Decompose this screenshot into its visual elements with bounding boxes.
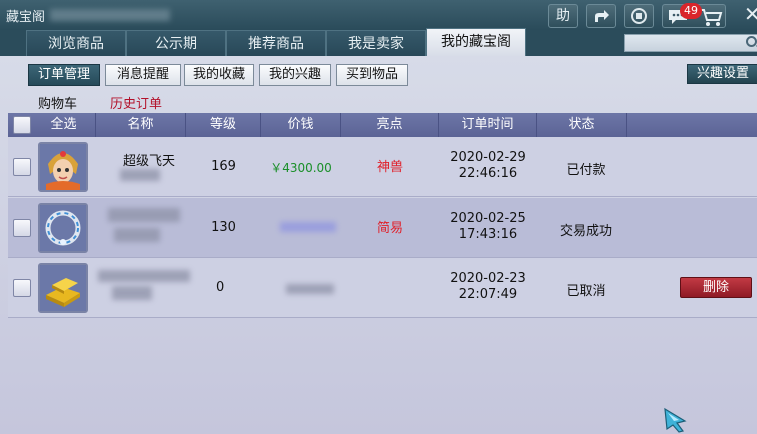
subtab-purchased-items[interactable]: 买到物品 <box>336 64 408 86</box>
tab-announcement[interactable]: 公示期 <box>126 30 226 56</box>
tab-my-treasure[interactable]: 我的藏宝阁 <box>426 28 526 56</box>
blurred-title-text <box>50 9 170 21</box>
header-name: 名称 <box>96 113 186 137</box>
header-select-all[interactable]: 全选 <box>32 113 96 137</box>
order-status: 交易成功 <box>559 224 612 239</box>
header-level: 等级 <box>186 113 261 137</box>
interest-settings-button[interactable]: 兴趣设置 <box>687 64 757 84</box>
order-date: 2020-02-25 <box>450 211 526 226</box>
item-level: 169 <box>211 159 236 174</box>
blurred-item-price <box>286 284 334 294</box>
search-input[interactable] <box>624 34 757 52</box>
app-title: 藏宝阁 <box>6 10 46 25</box>
subtab-my-favorites[interactable]: 我的收藏 <box>184 64 254 86</box>
header-status: 状态 <box>537 113 627 137</box>
blurred-item-name <box>108 208 180 222</box>
subtab-message-reminder[interactable]: 消息提醒 <box>105 64 181 86</box>
item-name: 超级飞天 <box>122 154 175 169</box>
shopping-cart-link[interactable]: 购物车 <box>38 93 77 112</box>
item-highlight: 神兽 <box>376 160 403 175</box>
row-checkbox[interactable] <box>13 279 31 297</box>
blurred-subtitle <box>120 169 160 181</box>
gold-bars-icon <box>38 263 88 313</box>
tab-seller[interactable]: 我是卖家 <box>326 30 426 56</box>
share-button[interactable] <box>586 4 616 28</box>
order-status: 已付款 <box>566 163 606 178</box>
help-button[interactable]: 助 <box>548 4 578 28</box>
delete-button[interactable]: 删除 <box>680 277 752 298</box>
search-icon[interactable] <box>746 36 757 47</box>
order-time: 22:07:49 <box>458 287 518 302</box>
select-all-checkbox[interactable] <box>13 116 31 134</box>
row-checkbox[interactable] <box>13 158 31 176</box>
main-tab-bar: 浏览商品 公示期 推荐商品 我是卖家 我的藏宝阁 <box>0 28 757 56</box>
share-arrow-icon <box>595 10 609 22</box>
subtab-order-management[interactable]: 订单管理 <box>28 64 100 86</box>
tab-browse[interactable]: 浏览商品 <box>26 30 126 56</box>
order-time: 17:43:16 <box>458 227 518 242</box>
item-level: 0 <box>216 280 225 295</box>
blurred-item-name <box>98 270 190 282</box>
game-cursor-icon <box>664 407 687 433</box>
table-row[interactable]: 0 2020-02-23 22:07:49 已取消 删除 <box>8 258 757 318</box>
stop-icon <box>631 8 647 24</box>
blurred-item-name <box>112 286 152 300</box>
subtab-my-interests[interactable]: 我的兴趣 <box>259 64 331 86</box>
table-row[interactable]: 130 简易 2020-02-25 17:43:16 交易成功 <box>8 198 757 258</box>
order-date: 2020-02-29 <box>450 150 526 165</box>
header-highlight: 亮点 <box>341 113 439 137</box>
notification-count-badge: 49 <box>680 3 702 19</box>
stop-button[interactable] <box>624 4 654 28</box>
content-area: 订单管理 消息提醒 我的收藏 我的兴趣 买到物品 兴趣设置 购物车 历史订单 全… <box>0 56 757 434</box>
item-level: 130 <box>211 220 236 235</box>
character-portrait-icon <box>38 142 88 192</box>
header-order-time: 订单时间 <box>439 113 537 137</box>
header-price: 价钱 <box>261 113 341 137</box>
item-price: ￥4300.00 <box>270 161 332 175</box>
order-status: 已取消 <box>566 284 606 299</box>
history-orders-link[interactable]: 历史订单 <box>110 93 162 112</box>
jeweled-ring-icon <box>38 203 88 253</box>
shopping-cart-icon <box>700 9 723 26</box>
item-highlight: 简易 <box>376 221 403 236</box>
table-row[interactable]: 超级飞天 169 ￥4300.00 神兽 2020-02-29 22:46:16… <box>8 137 757 197</box>
title-bar: 藏宝阁 助 49 ✕ <box>0 0 757 30</box>
row-checkbox[interactable] <box>13 219 31 237</box>
order-time: 22:46:16 <box>458 166 518 181</box>
tab-recommended[interactable]: 推荐商品 <box>226 30 326 56</box>
order-date: 2020-02-23 <box>450 271 526 286</box>
blurred-item-price <box>280 222 336 232</box>
close-icon[interactable]: ✕ <box>744 2 757 26</box>
table-header: 全选 名称 等级 价钱 亮点 订单时间 状态 <box>8 113 757 137</box>
blurred-item-name <box>114 228 160 242</box>
